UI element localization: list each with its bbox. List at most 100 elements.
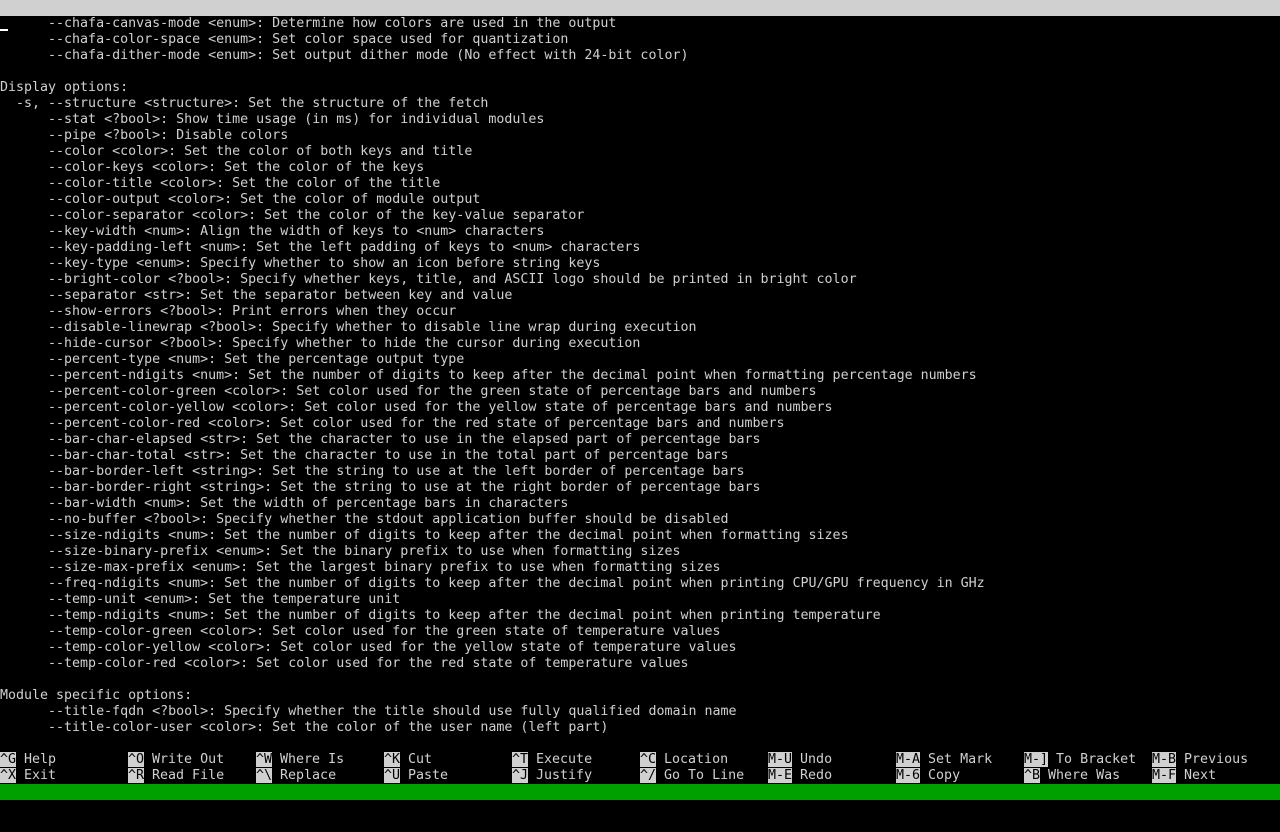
shortcut-item[interactable]: M-A Set Mark [896, 752, 992, 768]
editor-line[interactable]: --key-padding-left <num>: Set the left p… [0, 240, 1280, 256]
editor-line[interactable]: --freq-ndigits <num>: Set the number of … [0, 576, 1280, 592]
shortcut-key: ^R [128, 768, 145, 783]
shortcut-item[interactable]: ^W Where Is [256, 752, 344, 768]
editor-line[interactable]: --hide-cursor <?bool>: Specify whether t… [0, 336, 1280, 352]
editor-line[interactable] [0, 64, 1280, 80]
shortcut-item[interactable]: ^U Paste [384, 768, 448, 784]
editor-line[interactable]: --separator <str>: Set the separator bet… [0, 288, 1280, 304]
editor-line[interactable]: --chafa-dither-mode <enum>: Set output d… [0, 48, 1280, 64]
editor-line[interactable]: --percent-color-green <color>: Set color… [0, 384, 1280, 400]
editor-line[interactable]: --color-output <color>: Set the color of… [0, 192, 1280, 208]
editor-line[interactable]: --color-keys <color>: Set the color of t… [0, 160, 1280, 176]
shortcut-label: Set Mark [928, 752, 993, 767]
editor-line[interactable]: --key-width <num>: Align the width of ke… [0, 224, 1280, 240]
editor-line[interactable]: --temp-unit <enum>: Set the temperature … [0, 592, 1280, 608]
editor-line[interactable]: --size-ndigits <num>: Set the number of … [0, 528, 1280, 544]
shortcut-gap [792, 752, 800, 767]
shortcut-key: ^C [640, 752, 657, 767]
editor-line[interactable]: --show-errors <?bool>: Print errors when… [0, 304, 1280, 320]
shortcut-key: ^\ [256, 768, 273, 783]
shortcut-item[interactable]: M-] To Bracket [1024, 752, 1136, 768]
editor-line[interactable]: Module specific options: [0, 688, 1280, 704]
shortcut-label: Where Is [280, 752, 345, 767]
tmux-session-info: "debian" 10:55 09-Oct-25 [1079, 816, 1272, 831]
editor-line[interactable]: --bar-border-left <string>: Set the stri… [0, 464, 1280, 480]
editor-line[interactable]: --title-color-user <color>: Set the colo… [0, 720, 1280, 736]
editor-line[interactable]: --pipe <?bool>: Disable colors [0, 128, 1280, 144]
editor-line[interactable]: --temp-ndigits <num>: Set the number of … [0, 608, 1280, 624]
editor-line[interactable]: Display options: [0, 80, 1280, 96]
shortcut-item[interactable]: M-E Redo [768, 768, 832, 784]
editor-line[interactable]: --bar-char-total <str>: Set the characte… [0, 448, 1280, 464]
shortcut-label: Read File [152, 768, 225, 783]
shortcut-gap [1176, 752, 1184, 767]
editor-line[interactable]: --bar-border-right <string>: Set the str… [0, 480, 1280, 496]
shortcut-label: Next [1184, 768, 1217, 783]
editor-line[interactable] [0, 672, 1280, 688]
shortcut-item[interactable]: ^O Write Out [128, 752, 224, 768]
shortcut-item[interactable]: ^X Exit [0, 768, 56, 784]
shortcut-label: Previous [1184, 752, 1249, 767]
shortcut-key: ^G [0, 752, 17, 767]
shortcut-gap [1048, 752, 1056, 767]
editor-line[interactable]: --chafa-canvas-mode <enum>: Determine ho… [0, 16, 1280, 32]
shortcut-label: Replace [280, 768, 337, 783]
shortcut-key: M-U [768, 752, 793, 767]
shortcut-item[interactable]: ^G Help [0, 752, 56, 768]
shortcut-item[interactable]: ^J Justify [512, 768, 592, 784]
editor-line[interactable] [0, 736, 1280, 752]
editor-line[interactable]: --bar-char-elapsed <str>: Set the charac… [0, 432, 1280, 448]
shortcut-label: Redo [800, 768, 833, 783]
editor-line[interactable]: --temp-color-red <color>: Set color used… [0, 656, 1280, 672]
shortcut-item[interactable]: M-6 Copy [896, 768, 960, 784]
shortcut-item[interactable]: M-B Previous [1152, 752, 1248, 768]
shortcut-key: ^K [384, 752, 401, 767]
shortcut-item[interactable]: ^T Execute [512, 752, 592, 768]
editor-line[interactable]: --percent-type <num>: Set the percentage… [0, 352, 1280, 368]
editor-line[interactable]: --size-max-prefix <enum>: Set the larges… [0, 560, 1280, 576]
shortcut-gap [656, 752, 664, 767]
shortcut-item[interactable]: M-F Next [1152, 768, 1216, 784]
shortcut-item[interactable]: ^K Cut [384, 752, 432, 768]
shortcut-gap [16, 768, 24, 783]
shortcut-key: ^X [0, 768, 17, 783]
shortcut-key: M-E [768, 768, 793, 783]
shortcut-key: M-6 [896, 768, 921, 783]
shortcut-item[interactable]: ^B Where Was [1024, 768, 1120, 784]
editor-line[interactable]: --title-fqdn <?bool>: Specify whether th… [0, 704, 1280, 720]
shortcut-label: Justify [536, 768, 593, 783]
shortcut-item[interactable]: M-U Undo [768, 752, 832, 768]
editor-buffer[interactable]: --chafa-canvas-mode <enum>: Determine ho… [0, 16, 1280, 752]
shortcut-label: Undo [800, 752, 833, 767]
editor-line[interactable]: --color-title <color>: Set the color of … [0, 176, 1280, 192]
tmux-window-list[interactable]: [0] 0:nano* [0, 800, 88, 816]
shortcut-label: Location [664, 752, 729, 767]
editor-line[interactable]: --bright-color <?bool>: Specify whether … [0, 272, 1280, 288]
editor-line[interactable]: --percent-color-red <color>: Set color u… [0, 416, 1280, 432]
shortcut-item[interactable]: ^C Location [640, 752, 728, 768]
editor-line[interactable]: --key-type <enum>: Specify whether to sh… [0, 256, 1280, 272]
shortcut-gap [920, 752, 928, 767]
shortcut-gap [792, 768, 800, 783]
editor-line[interactable]: --percent-ndigits <num>: Set the number … [0, 368, 1280, 384]
shortcut-label: Where Was [1048, 768, 1121, 783]
editor-line[interactable]: -s, --structure <structure>: Set the str… [0, 96, 1280, 112]
shortcut-item[interactable]: ^\ Replace [256, 768, 336, 784]
editor-line[interactable]: --color-separator <color>: Set the color… [0, 208, 1280, 224]
editor-line[interactable]: --stat <?bool>: Show time usage (in ms) … [0, 112, 1280, 128]
tmux-status-bar: [0] 0:nano* "debian" 10:55 09-Oct-25 [0, 784, 1280, 831]
editor-line[interactable]: --temp-color-green <color>: Set color us… [0, 624, 1280, 640]
editor-line[interactable]: --no-buffer <?bool>: Specify whether the… [0, 512, 1280, 528]
editor-line[interactable]: --percent-color-yellow <color>: Set colo… [0, 400, 1280, 416]
editor-line[interactable]: --chafa-color-space <enum>: Set color sp… [0, 32, 1280, 48]
shortcut-item[interactable]: ^/ Go To Line [640, 768, 744, 784]
editor-line[interactable]: --bar-width <num>: Set the width of perc… [0, 496, 1280, 512]
editor-line[interactable]: --disable-linewrap <?bool>: Specify whet… [0, 320, 1280, 336]
editor-line[interactable]: --color <color>: Set the color of both k… [0, 144, 1280, 160]
editor-line[interactable]: --temp-color-yellow <color>: Set color u… [0, 640, 1280, 656]
editor-line[interactable]: --size-binary-prefix <enum>: Set the bin… [0, 544, 1280, 560]
shortcut-item[interactable]: ^R Read File [128, 768, 224, 784]
shortcut-label: Help [24, 752, 57, 767]
shortcut-gap [400, 768, 408, 783]
shortcut-label: Copy [928, 768, 961, 783]
